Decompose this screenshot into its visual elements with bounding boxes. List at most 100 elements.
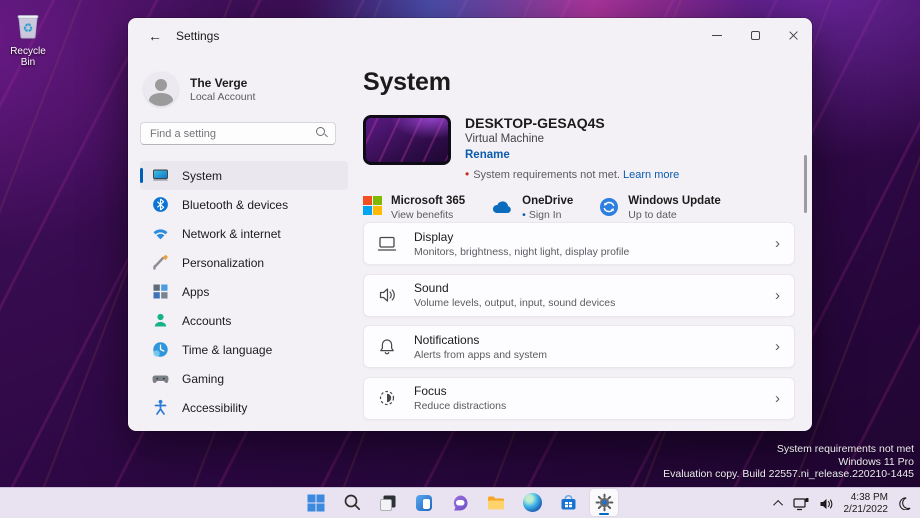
focus-card[interactable]: Focus Reduce distractions › — [363, 377, 795, 420]
account-type: Local Account — [190, 91, 255, 103]
back-button[interactable]: ← — [142, 24, 168, 48]
microsoft-365-tile[interactable]: Microsoft 365 View benefits — [363, 195, 465, 221]
sound-card[interactable]: Sound Volume levels, output, input, soun… — [363, 274, 795, 317]
sound-icon — [377, 284, 399, 306]
sidebar-item-label: Apps — [182, 285, 209, 299]
gamepad-icon — [152, 370, 169, 387]
edge-button[interactable] — [518, 489, 546, 516]
warning-dot-icon: • — [465, 167, 469, 181]
evaluation-watermark: System requirements not met Windows 11 P… — [663, 443, 914, 481]
device-thumbnail — [363, 115, 451, 165]
settings-taskbar-button[interactable] — [590, 489, 618, 516]
bluetooth-icon — [152, 196, 169, 213]
sidebar-item-bluetooth-devices[interactable]: Bluetooth & devices — [140, 190, 348, 219]
sidebar-item-label: System — [182, 169, 222, 183]
watermark-line: System requirements not met — [663, 443, 914, 456]
sidebar-item-system[interactable]: System — [140, 161, 348, 190]
tray-clock[interactable]: 4:38 PM 2/21/2022 — [844, 492, 889, 515]
sidebar-item-network-internet[interactable]: Network & internet — [140, 219, 348, 248]
tile-subtitle: •Sign In — [522, 209, 573, 221]
maximize-icon — [751, 31, 760, 40]
rename-link[interactable]: Rename — [465, 149, 510, 161]
sidebar-item-accounts[interactable]: Accounts — [140, 306, 348, 335]
chat-button[interactable] — [446, 489, 474, 516]
window-title: Settings — [176, 29, 219, 43]
windows-update-icon — [599, 197, 619, 217]
file-explorer-button[interactable] — [482, 489, 510, 516]
search-icon — [343, 493, 362, 512]
sign-in-dot-icon: • — [522, 209, 526, 221]
card-subtitle: Reduce distractions — [414, 400, 775, 412]
avatar — [144, 72, 178, 106]
sidebar: The Verge Local Account System — [140, 66, 348, 422]
widgets-icon — [414, 493, 434, 513]
chevron-right-icon: › — [775, 390, 780, 407]
account-name: The Verge — [190, 76, 255, 90]
learn-more-link[interactable]: Learn more — [623, 169, 679, 181]
tile-title: Windows Update — [628, 195, 721, 207]
volume-tray-icon[interactable] — [819, 497, 834, 511]
sidebar-item-accessibility[interactable]: Accessibility — [140, 393, 348, 422]
chevron-right-icon: › — [775, 287, 780, 304]
minimize-button[interactable] — [698, 18, 736, 52]
display-icon — [377, 233, 399, 255]
display-card[interactable]: Display Monitors, brightness, night ligh… — [363, 222, 795, 265]
search-icon — [316, 127, 328, 139]
sidebar-item-label: Personalization — [182, 256, 264, 270]
device-name: DESKTOP-GESAQ4S — [465, 115, 679, 131]
paintbrush-icon — [152, 254, 169, 271]
device-type: Virtual Machine — [465, 133, 679, 145]
card-title: Display — [414, 230, 775, 244]
card-title: Sound — [414, 281, 775, 295]
onedrive-tile[interactable]: OneDrive •Sign In — [491, 195, 573, 221]
tile-subtitle: Up to date — [628, 209, 721, 221]
search-input[interactable] — [140, 122, 336, 145]
scrollbar[interactable] — [804, 155, 807, 213]
search-taskbar-button[interactable] — [338, 489, 366, 516]
store-button[interactable] — [554, 489, 582, 516]
apps-icon — [152, 283, 169, 300]
sidebar-item-label: Bluetooth & devices — [182, 198, 288, 212]
recycle-bin-icon: ♻ — [13, 10, 43, 40]
widgets-button[interactable] — [410, 489, 438, 516]
card-subtitle: Alerts from apps and system — [414, 349, 775, 361]
notifications-card[interactable]: Notifications Alerts from apps and syste… — [363, 325, 795, 368]
taskbar: 4:38 PM 2/21/2022 — [0, 487, 920, 518]
close-button[interactable] — [774, 18, 812, 52]
maximize-button[interactable] — [736, 18, 774, 52]
accessibility-person-icon — [152, 399, 169, 416]
recycle-bin-shortcut[interactable]: ♻ Recycle Bin — [4, 10, 52, 68]
sidebar-item-label: Accessibility — [182, 401, 247, 415]
windows-update-tile[interactable]: Windows Update Up to date — [599, 195, 721, 221]
sidebar-item-label: Accounts — [182, 314, 231, 328]
store-icon — [559, 493, 578, 512]
task-view-button[interactable] — [374, 489, 402, 516]
sidebar-item-label: Time & language — [182, 343, 272, 357]
svg-text:♻: ♻ — [23, 21, 34, 35]
device-block: DESKTOP-GESAQ4S Virtual Machine Rename •… — [363, 115, 795, 181]
sidebar-item-apps[interactable]: Apps — [140, 277, 348, 306]
sidebar-item-gaming[interactable]: Gaming — [140, 364, 348, 393]
page-title: System — [363, 68, 795, 97]
tray-time: 4:38 PM — [844, 492, 889, 504]
start-button[interactable] — [302, 489, 330, 516]
task-view-icon — [378, 493, 398, 513]
close-icon — [788, 30, 799, 41]
tray-date: 2/21/2022 — [844, 504, 889, 516]
microsoft-logo-icon — [363, 196, 382, 215]
requirements-warning: • System requirements not met. Learn more — [465, 167, 679, 181]
warning-text: System requirements not met. — [473, 169, 620, 181]
card-title: Focus — [414, 384, 775, 398]
titlebar: ← Settings — [128, 18, 812, 54]
network-tray-icon[interactable] — [793, 497, 809, 511]
tray-chevron-up-icon[interactable] — [773, 500, 783, 510]
focus-moon-icon[interactable] — [898, 497, 911, 510]
sidebar-item-personalization[interactable]: Personalization — [140, 248, 348, 277]
card-title: Notifications — [414, 333, 775, 347]
watermark-line: Windows 11 Pro — [663, 456, 914, 469]
sidebar-item-time-language[interactable]: Time & language — [140, 335, 348, 364]
sidebar-item-label: Gaming — [182, 372, 224, 386]
recycle-bin-label: Recycle Bin — [4, 46, 52, 68]
sidebar-item-label: Network & internet — [182, 227, 281, 241]
onedrive-cloud-icon — [491, 198, 513, 218]
